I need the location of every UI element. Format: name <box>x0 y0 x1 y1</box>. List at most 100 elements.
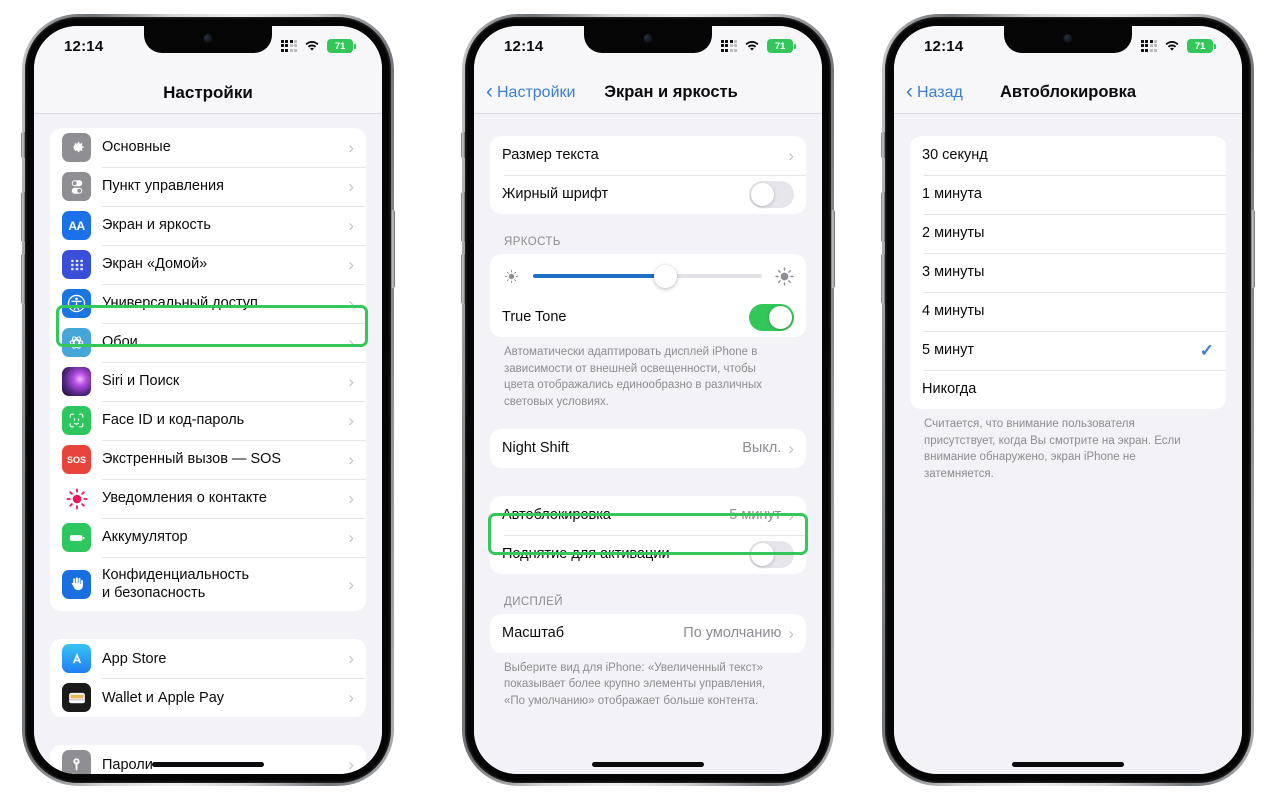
display-settings-list[interactable]: Размер текста › Жирный шрифт ЯРКОСТЬ Tru… <box>474 114 822 774</box>
raise-to-wake-toggle[interactable] <box>749 540 794 568</box>
mute-switch[interactable] <box>881 132 885 158</box>
row-auto-lock[interactable]: Автоблокировка 5 минут › <box>490 496 806 535</box>
brightness-knob[interactable] <box>654 264 678 288</box>
sidebar-item-label: Экран и яркость <box>102 217 211 234</box>
option-3-minutes[interactable]: 3 минуты <box>910 253 1226 292</box>
home-indicator[interactable] <box>1012 762 1124 767</box>
sidebar-item-privacy-security[interactable]: Конфиденциальность и безопасность › <box>50 557 366 611</box>
brightness-track[interactable] <box>533 264 762 288</box>
row-night-shift[interactable]: Night Shift Выкл. › <box>490 429 806 468</box>
battery-icon: 71 <box>1187 39 1216 53</box>
wifi-icon <box>1164 40 1180 52</box>
power-button[interactable] <box>1251 210 1255 288</box>
option-label: 2 минуты <box>922 225 985 242</box>
row-display-zoom[interactable]: Масштаб По умолчанию › <box>490 614 806 653</box>
chevron-right-icon: › <box>788 623 794 643</box>
cellular-signal-icon <box>1140 39 1157 52</box>
chevron-right-icon: › <box>788 505 794 525</box>
bold-text-toggle[interactable] <box>749 181 794 208</box>
front-camera-icon <box>203 34 213 43</box>
status-bar: 12:14 71 <box>894 26 1242 72</box>
back-button-label: Назад <box>917 83 963 101</box>
battery-level-text: 71 <box>767 39 793 53</box>
row-value: Выкл. <box>742 440 782 457</box>
chevron-right-icon: › <box>348 372 354 391</box>
power-button[interactable] <box>391 210 395 288</box>
sidebar-item-passwords[interactable]: Пароли › <box>50 745 366 774</box>
sidebar-item-contact-notifications[interactable]: Уведомления о контакте › <box>50 479 366 518</box>
sidebar-item-siri-search[interactable]: Siri и Поиск › <box>50 362 366 401</box>
sidebar-item-general[interactable]: Основные › <box>50 128 366 167</box>
row-text-size[interactable]: Размер текста › <box>490 136 806 175</box>
option-label: 30 секунд <box>922 147 988 164</box>
sidebar-item-app-store[interactable]: App Store › <box>50 639 366 678</box>
mute-switch[interactable] <box>21 132 25 158</box>
settings-list[interactable]: Основные › Пункт управления › AA Экран и… <box>34 114 382 774</box>
row-value: По умолчанию <box>683 625 782 642</box>
back-button[interactable]: ‹ Настройки <box>474 80 575 103</box>
auto-lock-options-list[interactable]: 30 секунд 1 минута 2 минуты 3 минуты 4 м… <box>894 114 1242 774</box>
volume-down-button[interactable] <box>881 254 885 304</box>
volume-down-button[interactable] <box>461 254 465 304</box>
sidebar-item-accessibility[interactable]: Универсальный доступ › <box>50 284 366 323</box>
home-indicator[interactable] <box>152 762 264 767</box>
sidebar-item-face-id[interactable]: Face ID и код-пароль › <box>50 401 366 440</box>
sidebar-item-label: Пункт управления <box>102 178 224 195</box>
chevron-left-icon: ‹ <box>486 80 493 103</box>
privacy-hand-icon <box>62 569 91 599</box>
app-store-icon <box>62 644 91 674</box>
true-tone-toggle[interactable] <box>749 304 794 331</box>
power-button[interactable] <box>831 210 835 288</box>
mute-switch[interactable] <box>461 132 465 158</box>
sidebar-item-label: Siri и Поиск <box>102 373 180 390</box>
sidebar-item-emergency-sos[interactable]: SOS Экстренный вызов — SOS › <box>50 440 366 479</box>
sidebar-item-label: Основные <box>102 139 171 156</box>
option-5-minutes[interactable]: 5 минут ✓ <box>910 331 1226 370</box>
home-indicator[interactable] <box>592 762 704 767</box>
sidebar-item-display-brightness[interactable]: AA Экран и яркость › <box>50 206 366 245</box>
row-true-tone[interactable]: True Tone <box>490 298 806 337</box>
volume-down-button[interactable] <box>21 254 25 304</box>
battery-level-text: 71 <box>327 39 353 53</box>
wifi-icon <box>304 40 320 52</box>
display-brightness-icon: AA <box>62 211 91 240</box>
battery-icon: 71 <box>327 39 356 53</box>
phone3-screen: 12:14 71 Автоблокировка ‹ Назад 30 секун… <box>894 26 1242 774</box>
option-1-minute[interactable]: 1 минута <box>910 175 1226 214</box>
option-2-minutes[interactable]: 2 минуты <box>910 214 1226 253</box>
notch <box>1004 26 1132 53</box>
row-bold-text[interactable]: Жирный шрифт <box>490 175 806 214</box>
notch <box>584 26 712 53</box>
chevron-right-icon: › <box>348 528 354 547</box>
back-button[interactable]: ‹ Назад <box>894 81 963 102</box>
sidebar-item-label: Аккумулятор <box>102 529 188 546</box>
chevron-right-icon: › <box>348 138 354 157</box>
sidebar-item-wallpaper[interactable]: Обои › <box>50 323 366 362</box>
row-raise-to-wake[interactable]: Поднятие для активации <box>490 534 806 574</box>
brightness-slider-row[interactable] <box>490 254 806 298</box>
aa-glyph: AA <box>68 218 85 233</box>
volume-up-button[interactable] <box>21 192 25 242</box>
sidebar-item-label: App Store <box>102 650 167 667</box>
volume-up-button[interactable] <box>881 192 885 242</box>
chevron-right-icon: › <box>788 146 794 165</box>
option-never[interactable]: Никогда <box>910 370 1226 409</box>
sidebar-item-control-center[interactable]: Пункт управления › <box>50 167 366 206</box>
chevron-right-icon: › <box>348 255 354 274</box>
phone-mockup-display-brightness: 12:14 71 Экран и яркость ‹ Настройки Раз… <box>461 14 835 786</box>
volume-up-button[interactable] <box>461 192 465 242</box>
sidebar-item-battery[interactable]: Аккумулятор › <box>50 518 366 557</box>
sidebar-item-wallet-apple-pay[interactable]: Wallet и Apple Pay › <box>50 678 366 717</box>
sidebar-item-label: Уведомления о контакте <box>102 490 267 507</box>
home-screen-icon <box>62 250 91 279</box>
battery-nub <box>354 43 356 49</box>
option-4-minutes[interactable]: 4 минуты <box>910 292 1226 331</box>
sidebar-item-home-screen[interactable]: Экран «Домой» › <box>50 245 366 284</box>
wallpaper-icon <box>62 328 91 357</box>
face-id-icon <box>62 406 91 435</box>
option-label: Никогда <box>922 381 977 398</box>
row-label: Поднятие для активации <box>502 546 670 563</box>
status-time: 12:14 <box>504 38 544 55</box>
option-30-seconds[interactable]: 30 секунд <box>910 136 1226 175</box>
page-title: Настройки <box>163 82 253 102</box>
